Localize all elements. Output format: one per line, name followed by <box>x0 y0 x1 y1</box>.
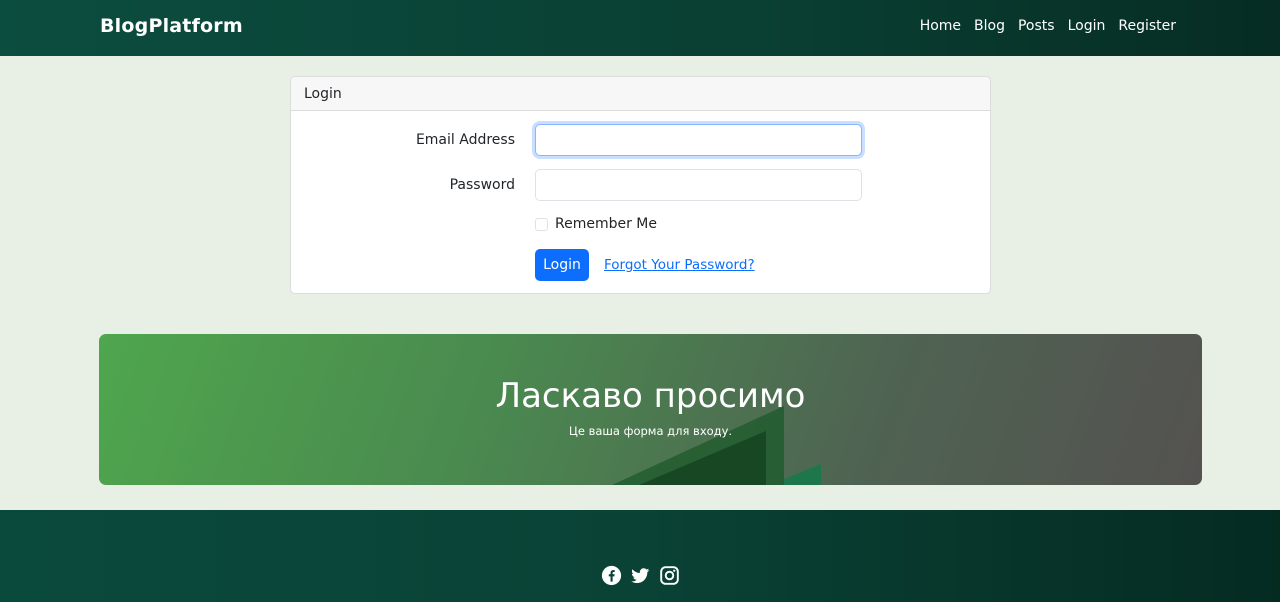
nav-link-register[interactable]: Register <box>1118 18 1176 34</box>
social-links <box>601 565 680 586</box>
banner-subtitle: Це ваша форма для входу. <box>568 424 733 438</box>
banner-title: Ласкаво просимо <box>495 376 806 416</box>
nav-link-login[interactable]: Login <box>1068 18 1106 34</box>
remember-me-checkbox[interactable] <box>535 218 548 231</box>
forgot-password-link[interactable]: Forgot Your Password? <box>604 257 755 273</box>
twitter-icon[interactable] <box>630 565 651 586</box>
card-header: Login <box>291 77 990 111</box>
login-card: Login Email Address Password Remember Me… <box>290 76 991 294</box>
footer <box>0 510 1280 602</box>
instagram-icon[interactable] <box>659 565 680 586</box>
nav-link-posts[interactable]: Posts <box>1018 18 1055 34</box>
facebook-icon[interactable] <box>601 565 622 586</box>
nav-link-home[interactable]: Home <box>920 18 961 34</box>
navbar: BlogPlatform Home Blog Posts Login Regis… <box>0 0 1280 56</box>
brand-logo[interactable]: BlogPlatform <box>100 15 243 37</box>
remember-me-label[interactable]: Remember Me <box>555 216 657 232</box>
nav-links: Home Blog Posts Login Register <box>920 18 1176 34</box>
password-field[interactable] <box>535 169 862 201</box>
password-label: Password <box>449 177 515 193</box>
login-button[interactable]: Login <box>535 249 589 281</box>
email-field[interactable] <box>535 124 862 156</box>
welcome-banner: Ласкаво просимо Це ваша форма для входу. <box>99 334 1202 485</box>
nav-link-blog[interactable]: Blog <box>974 18 1005 34</box>
email-label: Email Address <box>415 132 515 148</box>
